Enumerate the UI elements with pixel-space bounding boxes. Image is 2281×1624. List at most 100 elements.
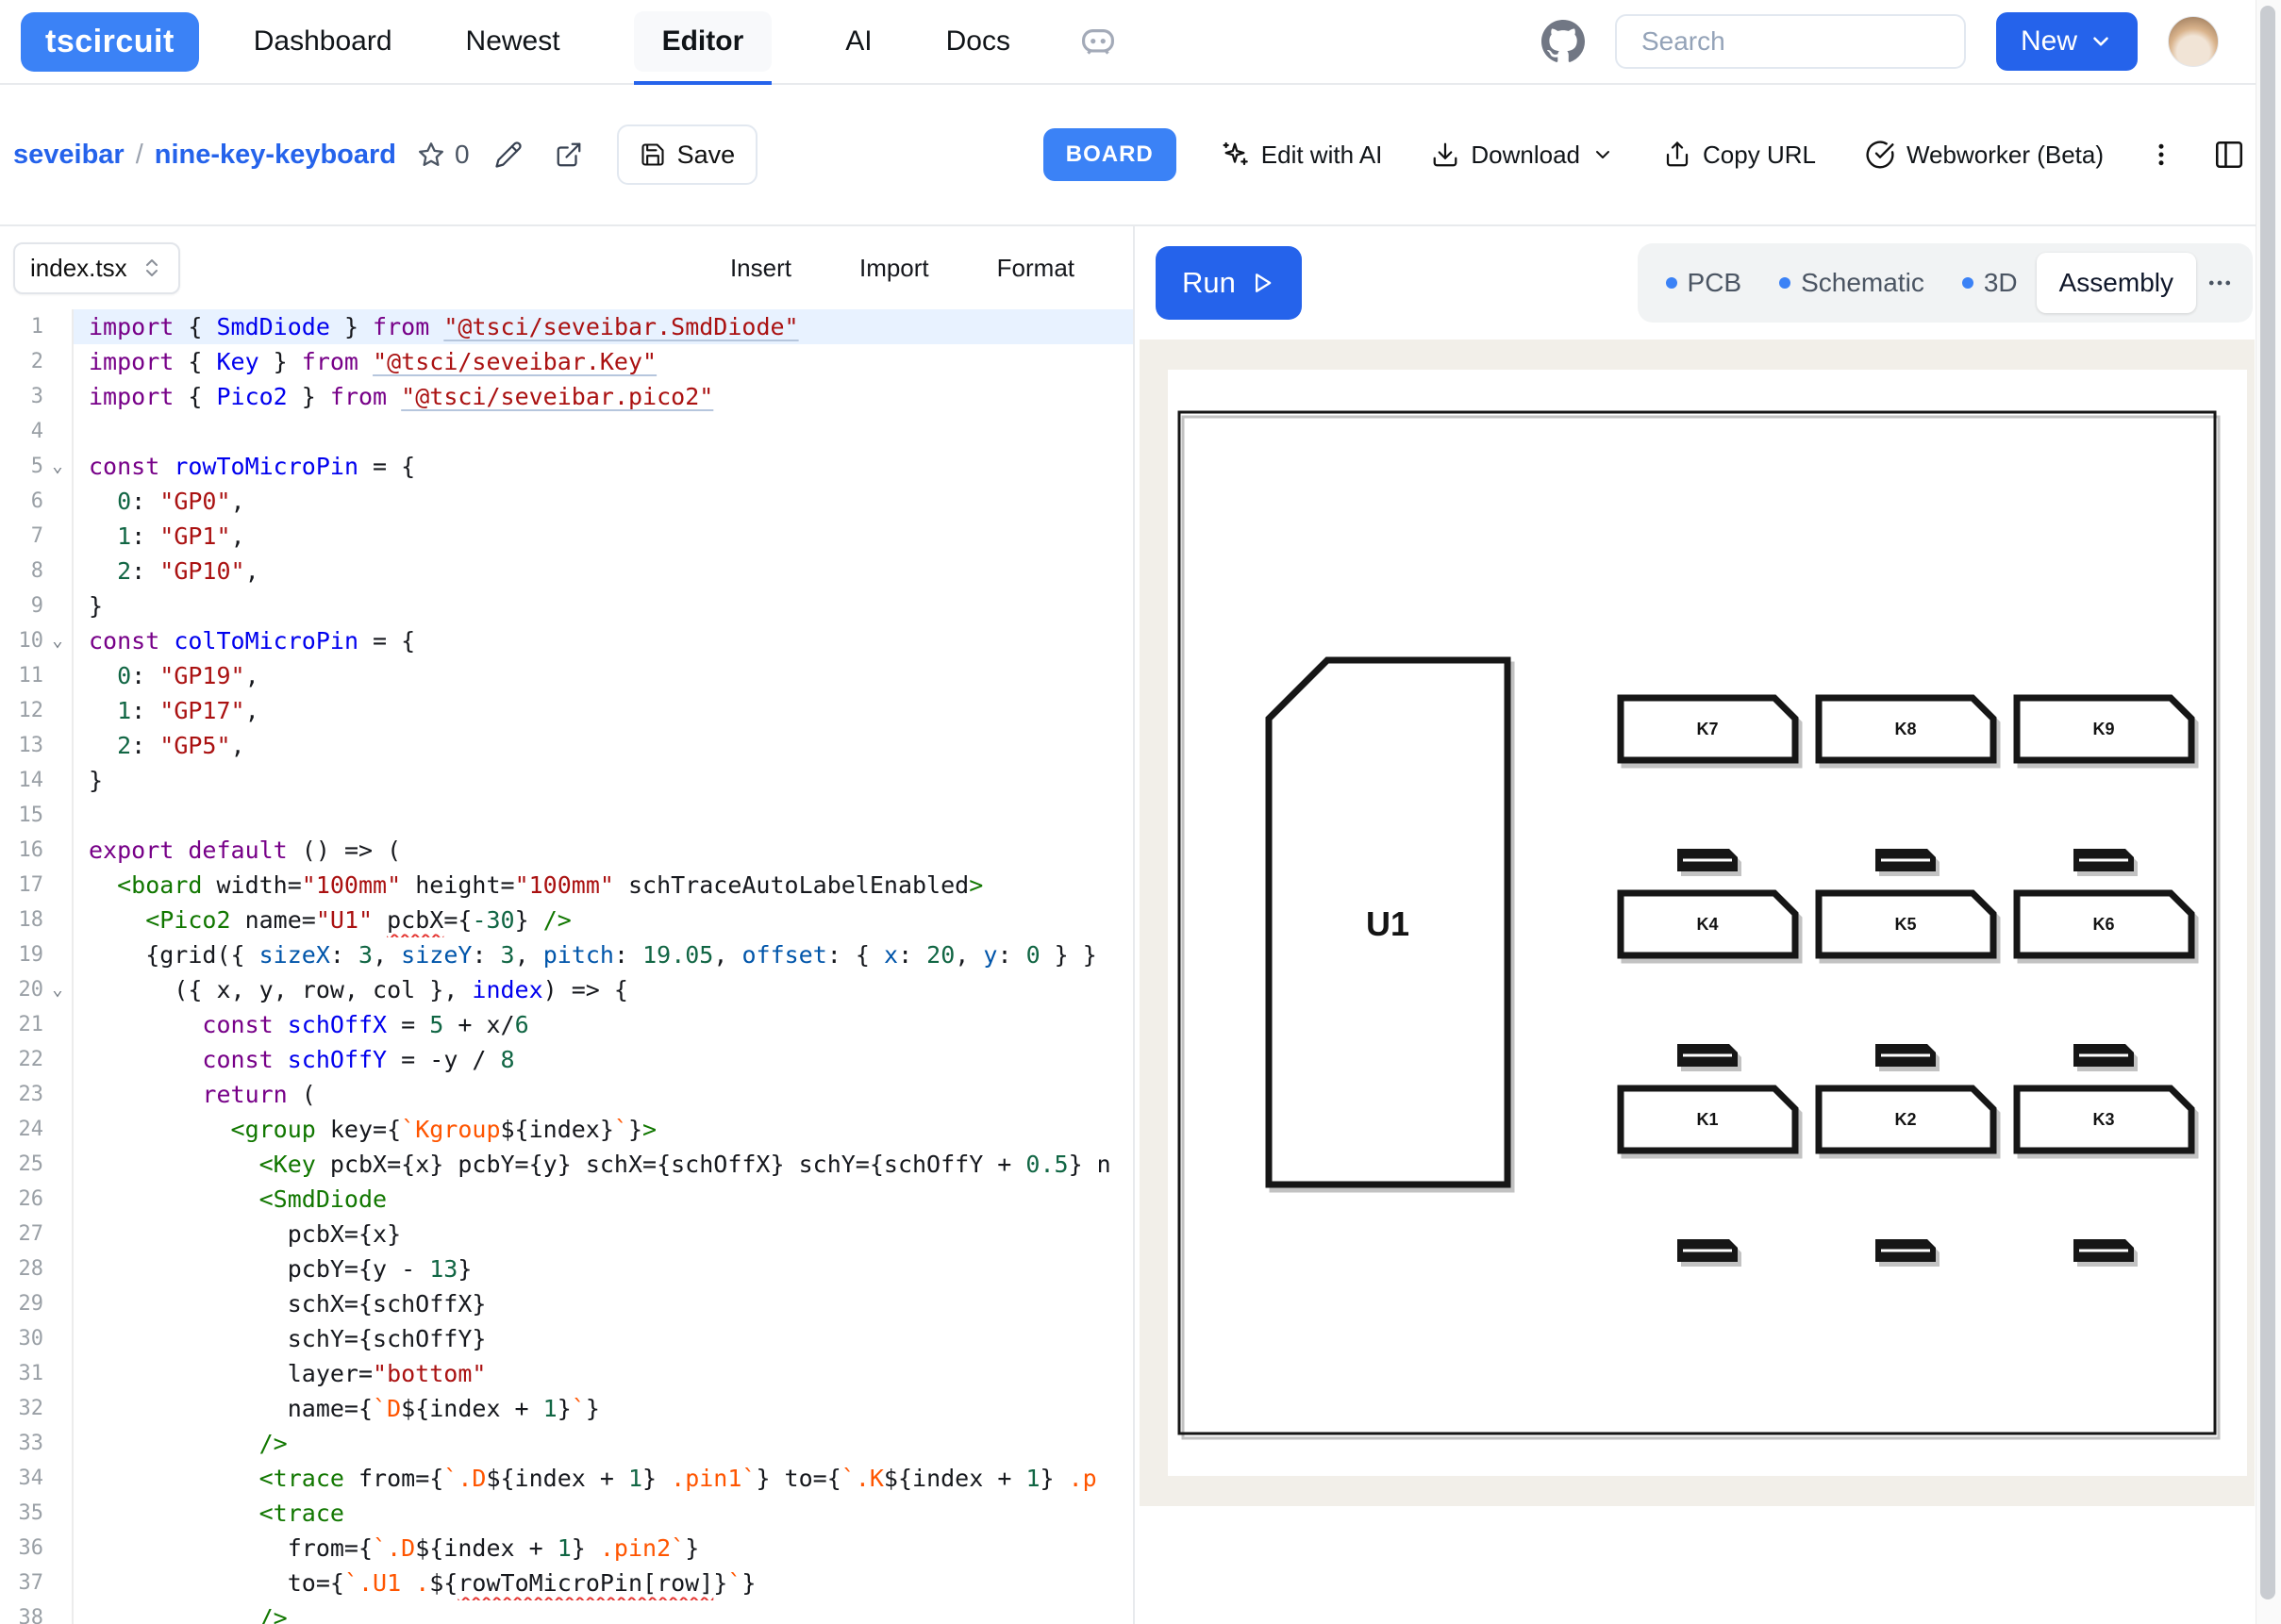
line-number: 21 <box>0 1007 43 1042</box>
code-line[interactable]: 6 0: "GP0", <box>0 484 1133 519</box>
code-line[interactable]: 12 1: "GP17", <box>0 693 1133 728</box>
code-line[interactable]: 2import { Key } from "@tsci/seveibar.Key… <box>0 344 1133 379</box>
star-button[interactable] <box>417 141 445 169</box>
code-line[interactable]: 19 {grid({ sizeX: 3, sizeY: 3, pitch: 19… <box>0 937 1133 972</box>
pcb-status-dot <box>1666 277 1677 289</box>
tab-assembly-label: Assembly <box>2059 268 2173 298</box>
nav-item-editor[interactable]: Editor <box>634 11 773 72</box>
rename-button[interactable] <box>494 141 523 169</box>
code-area[interactable]: 1import { SmdDiode } from "@tsci/seveiba… <box>0 309 1133 1624</box>
code-line[interactable]: 1import { SmdDiode } from "@tsci/seveiba… <box>0 309 1133 344</box>
run-button[interactable]: Run <box>1156 246 1302 320</box>
fold-toggle-icon <box>43 588 74 623</box>
line-number: 30 <box>0 1321 43 1356</box>
fold-toggle-icon[interactable]: ⌄ <box>43 623 74 658</box>
code-line[interactable]: 5⌄const rowToMicroPin = { <box>0 449 1133 484</box>
nav-item-ai[interactable]: AI <box>845 25 872 58</box>
webworker-button[interactable]: Webworker (Beta) <box>1859 139 2109 171</box>
chevron-down-icon <box>1591 143 1614 166</box>
schematic-status-dot <box>1779 277 1790 289</box>
code-line[interactable]: 33 /> <box>0 1426 1133 1461</box>
code-line[interactable]: 4 <box>0 414 1133 449</box>
more-views-button[interactable] <box>2196 269 2243 297</box>
tscircuit-logo[interactable]: tscircuit <box>21 12 199 72</box>
code-line[interactable]: 10⌄const colToMicroPin = { <box>0 623 1133 658</box>
line-number: 38 <box>0 1600 43 1624</box>
code-line[interactable]: 7 1: "GP1", <box>0 519 1133 554</box>
code-text: 1: "GP17", <box>74 693 1133 728</box>
toggle-panel-button[interactable] <box>2213 139 2245 171</box>
github-icon[interactable] <box>1541 20 1585 63</box>
code-line[interactable]: 18 <Pico2 name="U1" pcbX={-30} /> <box>0 903 1133 937</box>
fold-toggle-icon[interactable]: ⌄ <box>43 449 74 484</box>
user-avatar[interactable] <box>2168 16 2219 67</box>
fold-toggle-icon <box>43 1007 74 1042</box>
tab-assembly[interactable]: Assembly <box>2037 253 2196 313</box>
line-number: 29 <box>0 1286 43 1321</box>
code-line[interactable]: 11 0: "GP19", <box>0 658 1133 693</box>
code-line[interactable]: 17 <board width="100mm" height="100mm" s… <box>0 868 1133 903</box>
code-line[interactable]: 8 2: "GP10", <box>0 554 1133 588</box>
tab-schematic[interactable]: Schematic <box>1760 253 1943 313</box>
code-line[interactable]: 24 <group key={`Kgroup${index}`}> <box>0 1112 1133 1147</box>
fold-toggle-icon[interactable]: ⌄ <box>43 972 74 1007</box>
edit-with-ai-button[interactable]: Edit with AI <box>1214 139 1389 171</box>
download-button[interactable]: Download <box>1425 140 1620 171</box>
code-line[interactable]: 29 schX={schOffX} <box>0 1286 1133 1321</box>
code-line[interactable]: 21 const schOffX = 5 + x/6 <box>0 1007 1133 1042</box>
code-line[interactable]: 31 layer="bottom" <box>0 1356 1133 1391</box>
code-line[interactable]: 36 from={`.D${index + 1} .pin2`} <box>0 1531 1133 1566</box>
code-line[interactable]: 14} <box>0 763 1133 798</box>
code-text: layer="bottom" <box>74 1356 1133 1391</box>
nav-item-newest[interactable]: Newest <box>466 25 560 58</box>
download-label: Download <box>1471 141 1580 170</box>
code-text: 2: "GP10", <box>74 554 1133 588</box>
tab-3d[interactable]: 3D <box>1943 253 2037 313</box>
copy-url-button[interactable]: Copy URL <box>1657 140 1822 171</box>
new-button[interactable]: New <box>1996 12 2138 71</box>
line-number: 27 <box>0 1217 43 1251</box>
nav-item-dashboard[interactable]: Dashboard <box>254 25 392 58</box>
discord-icon[interactable] <box>1078 22 1118 61</box>
board-badge[interactable]: BOARD <box>1043 128 1176 181</box>
code-line[interactable]: 38 /> <box>0 1600 1133 1624</box>
code-line[interactable]: 20⌄ ({ x, y, row, col }, index) => { <box>0 972 1133 1007</box>
fold-toggle-icon <box>43 868 74 903</box>
code-line[interactable]: 15 <box>0 798 1133 833</box>
save-button[interactable]: Save <box>617 124 758 185</box>
more-options-button[interactable] <box>2147 141 2175 169</box>
scrollbar-thumb[interactable] <box>2260 6 2275 1599</box>
code-line[interactable]: 37 to={`.U1 .${rowToMicroPin[row]}`} <box>0 1566 1133 1600</box>
key-k1-label: K1 <box>1696 1110 1718 1129</box>
code-line[interactable]: 16export default () => ( <box>0 833 1133 868</box>
line-number: 11 <box>0 658 43 693</box>
code-line[interactable]: 32 name={`D${index + 1}`} <box>0 1391 1133 1426</box>
menu-format[interactable]: Format <box>991 253 1080 284</box>
search-input[interactable] <box>1615 14 1966 69</box>
menu-import[interactable]: Import <box>854 253 935 284</box>
assembly-drawing: U1 K7 K8 K9 K4 <box>1140 340 2255 1506</box>
tab-pcb[interactable]: PCB <box>1647 253 1761 313</box>
code-line[interactable]: 23 return ( <box>0 1077 1133 1112</box>
page-scrollbar[interactable] <box>2256 0 2281 1624</box>
code-line[interactable]: 35 <trace <box>0 1496 1133 1531</box>
breadcrumb-separator: / <box>136 140 143 171</box>
file-selector[interactable]: index.tsx <box>13 242 180 294</box>
code-line[interactable]: 9} <box>0 588 1133 623</box>
fold-toggle-icon <box>43 1042 74 1077</box>
code-line[interactable]: 34 <trace from={`.D${index + 1} .pin1`} … <box>0 1461 1133 1496</box>
code-line[interactable]: 27 pcbX={x} <box>0 1217 1133 1251</box>
nav-item-docs[interactable]: Docs <box>946 25 1010 58</box>
code-line[interactable]: 13 2: "GP5", <box>0 728 1133 763</box>
code-line[interactable]: 30 schY={schOffY} <box>0 1321 1133 1356</box>
assembly-canvas[interactable]: U1 K7 K8 K9 K4 <box>1140 340 2255 1506</box>
breadcrumb-owner[interactable]: seveibar <box>13 140 125 171</box>
code-line[interactable]: 28 pcbY={y - 13} <box>0 1251 1133 1286</box>
menu-insert[interactable]: Insert <box>724 253 797 284</box>
code-line[interactable]: 26 <SmdDiode <box>0 1182 1133 1217</box>
code-line[interactable]: 22 const schOffY = -y / 8 <box>0 1042 1133 1077</box>
code-line[interactable]: 25 <Key pcbX={x} pcbY={y} schX={schOffX}… <box>0 1147 1133 1182</box>
open-external-button[interactable] <box>555 141 583 169</box>
code-line[interactable]: 3import { Pico2 } from "@tsci/seveibar.p… <box>0 379 1133 414</box>
breadcrumb-project[interactable]: nine-key-keyboard <box>155 140 396 171</box>
